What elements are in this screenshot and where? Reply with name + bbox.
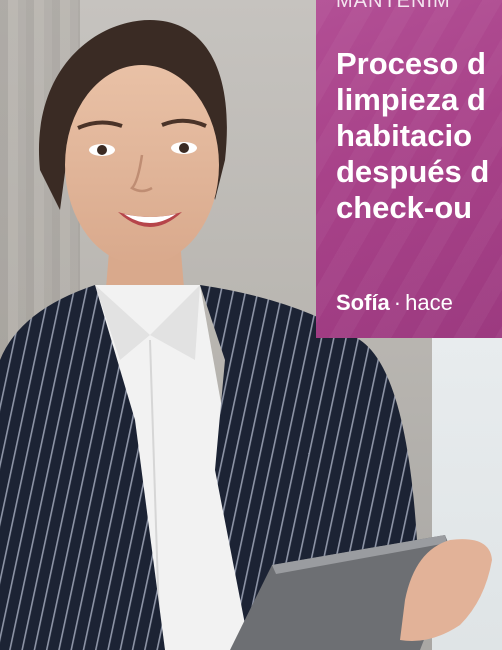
article-title[interactable]: Proceso d limpieza d habitacio después d…	[336, 46, 502, 226]
face	[65, 65, 219, 265]
author-name[interactable]: Sofía	[336, 290, 390, 315]
article-thumbnail[interactable]: MANTENIM Proceso d limpieza d habitacio …	[0, 0, 502, 650]
title-line: habitacio	[336, 118, 473, 153]
title-line: check-ou	[336, 190, 473, 225]
post-time: hace	[405, 290, 453, 315]
meta-separator: ·	[393, 290, 402, 315]
title-line: limpieza d	[336, 82, 486, 117]
title-line: Proceso d	[336, 46, 486, 81]
title-line: después d	[336, 154, 490, 189]
article-card[interactable]: MANTENIM Proceso d limpieza d habitacio …	[316, 0, 502, 338]
category-label: MANTENIM	[336, 0, 451, 12]
article-meta: Sofía · hace	[336, 290, 453, 316]
